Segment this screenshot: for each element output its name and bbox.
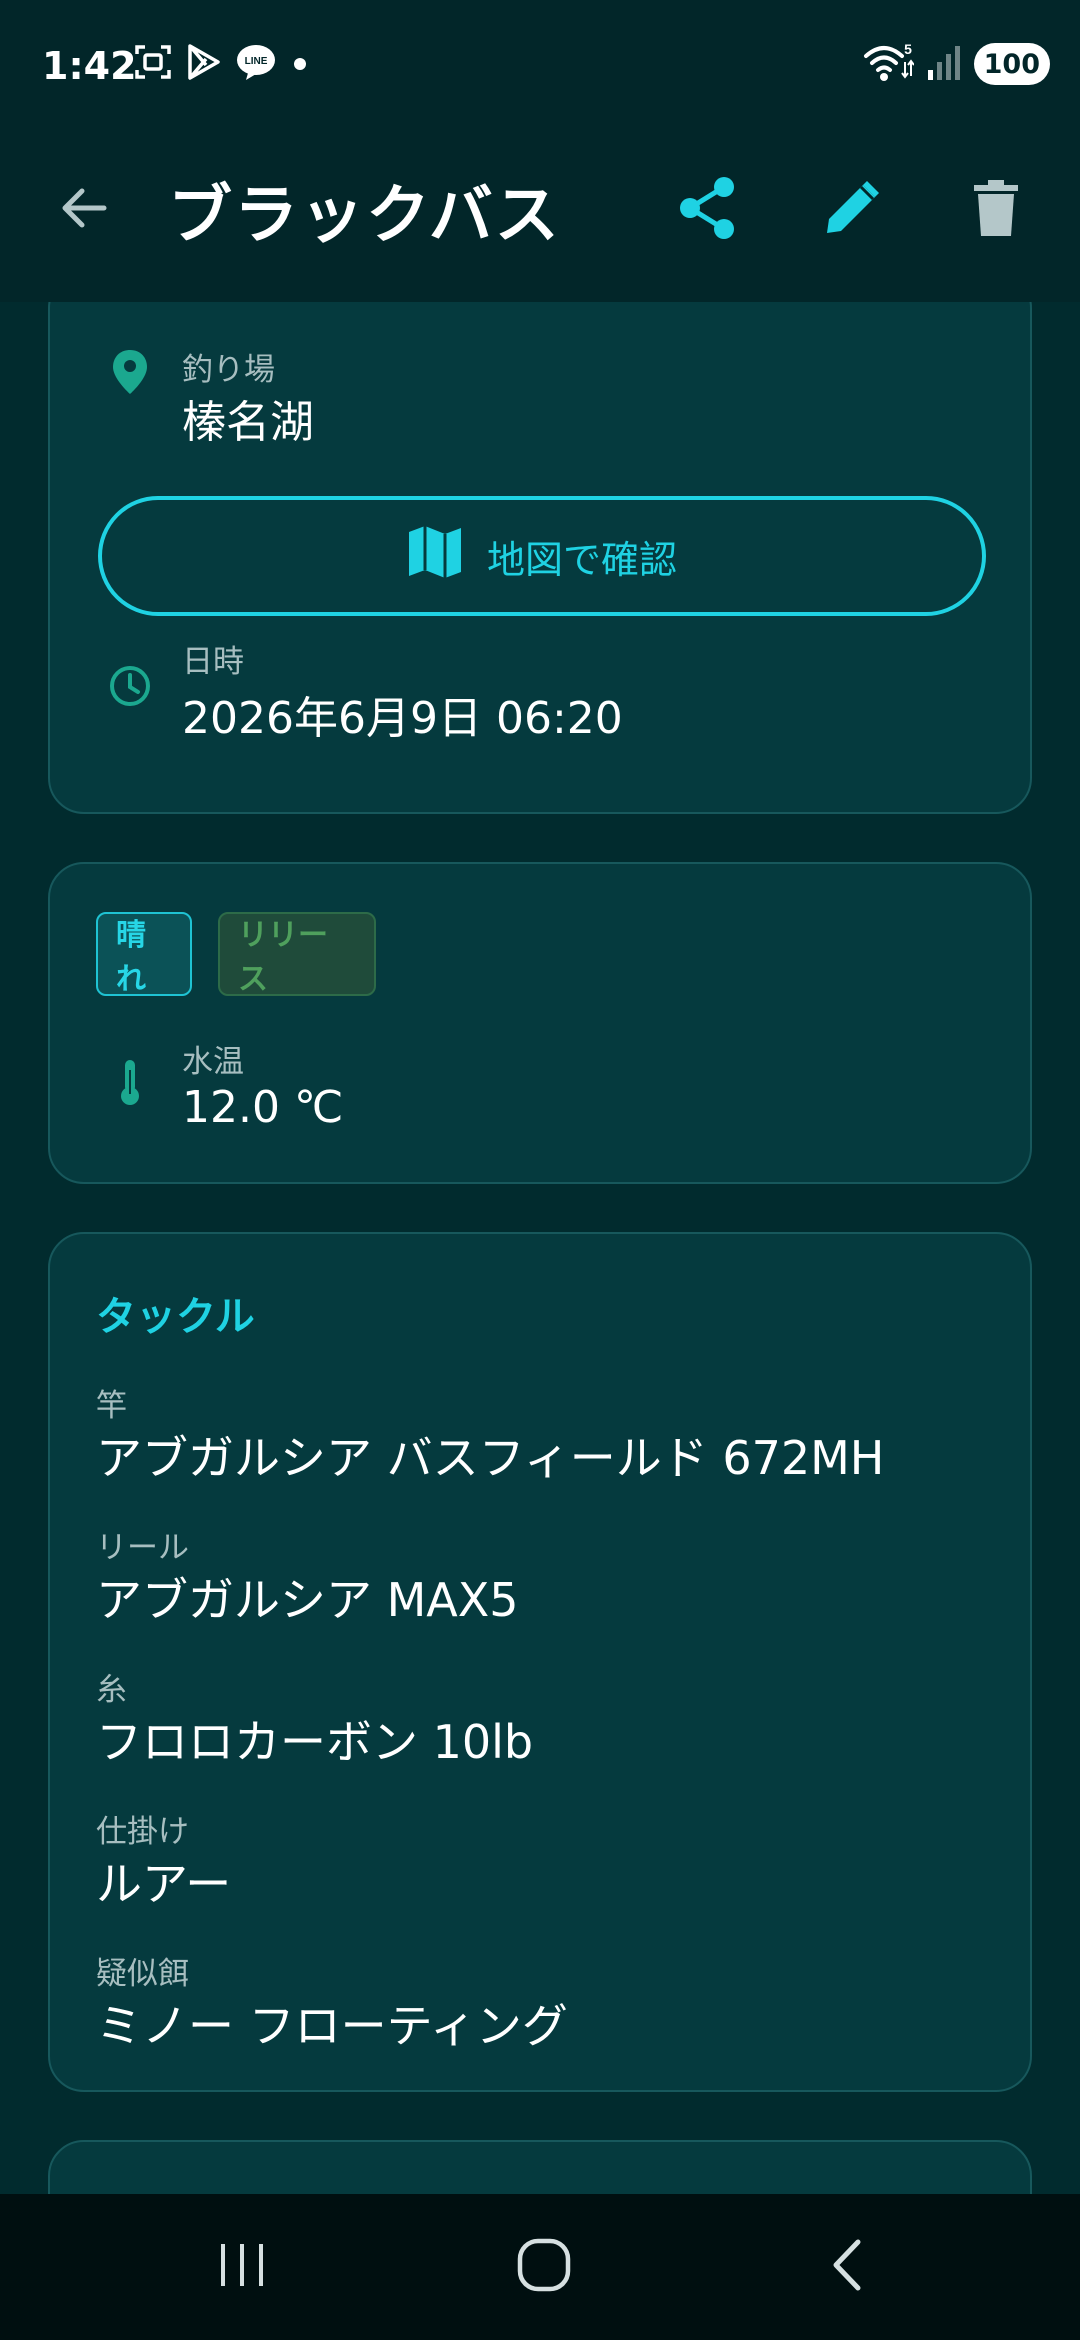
clock-icon bbox=[102, 658, 158, 714]
navigation-bar bbox=[0, 2194, 1080, 2340]
thermometer-icon bbox=[102, 1054, 158, 1110]
signal-icon bbox=[926, 42, 962, 86]
line-app-icon: LINE bbox=[236, 43, 276, 85]
reel-label: リール bbox=[96, 1530, 189, 1566]
signal-badge: 5 bbox=[904, 41, 912, 57]
page-title: ブラックバス bbox=[168, 179, 561, 253]
lure-label: 疑似餌 bbox=[96, 1956, 189, 1992]
recent-apps-button[interactable] bbox=[194, 2222, 290, 2312]
location-card: 釣り場 榛名湖 地図で確認 日時 2026年6月9日 06:20 bbox=[48, 302, 1032, 814]
conditions-card: 晴れ リリース 水温 12.0 ℃ bbox=[48, 862, 1032, 1184]
back-button[interactable] bbox=[48, 174, 120, 246]
rod-label: 竿 bbox=[96, 1388, 127, 1424]
delete-icon bbox=[970, 178, 1022, 242]
home-icon bbox=[515, 2236, 573, 2298]
datetime-label: 日時 bbox=[182, 644, 244, 680]
view-map-button[interactable]: 地図で確認 bbox=[98, 496, 986, 616]
screenshot-icon bbox=[134, 43, 172, 85]
water-temp-label: 水温 bbox=[182, 1044, 244, 1080]
record-detail-content[interactable]: 釣り場 榛名湖 地図で確認 日時 2026年6月9日 06:20 晴れ リリース… bbox=[0, 302, 1080, 2194]
next-card bbox=[48, 2140, 1032, 2194]
lure-value: ミノー フローティング bbox=[96, 1999, 568, 2053]
back-arrow-icon bbox=[56, 180, 112, 240]
rig-value: ルアー bbox=[96, 1857, 232, 1911]
reel-value: アブガルシア MAX5 bbox=[96, 1573, 519, 1627]
place-value: 榛名湖 bbox=[182, 397, 314, 448]
status-bar: 1:42 LINE 5 100 bbox=[0, 0, 1080, 130]
share-button[interactable] bbox=[666, 168, 750, 252]
tackle-card: タックル 竿 アブガルシア バスフィールド 672MH リール アブガルシア M… bbox=[48, 1232, 1032, 2092]
status-time: 1:42 bbox=[42, 44, 137, 88]
location-pin-icon bbox=[102, 344, 158, 400]
datetime-value: 2026年6月9日 06:20 bbox=[182, 693, 623, 744]
system-back-button[interactable] bbox=[800, 2222, 896, 2312]
edit-icon bbox=[821, 177, 883, 243]
view-map-label: 地図で確認 bbox=[486, 537, 677, 582]
tackle-section-title: タックル bbox=[96, 1294, 255, 1340]
edit-button[interactable] bbox=[810, 168, 894, 252]
battery-indicator: 100 bbox=[973, 43, 1050, 85]
app-bar: ブラックバス bbox=[0, 130, 1080, 302]
recent-apps-icon bbox=[215, 2238, 269, 2296]
line-label: 糸 bbox=[96, 1672, 127, 1708]
release-chip: リリース bbox=[218, 912, 376, 997]
rig-label: 仕掛け bbox=[96, 1814, 189, 1850]
back-icon bbox=[824, 2236, 872, 2298]
weather-chip: 晴れ bbox=[96, 912, 192, 997]
share-icon bbox=[676, 175, 740, 245]
delete-button[interactable] bbox=[954, 168, 1038, 252]
map-icon bbox=[407, 524, 463, 589]
wifi-icon: 5 bbox=[862, 40, 915, 88]
dot-icon bbox=[290, 43, 310, 85]
water-temp-value: 12.0 ℃ bbox=[182, 1082, 344, 1133]
rod-value: アブガルシア バスフィールド 672MH bbox=[96, 1431, 885, 1485]
home-button[interactable] bbox=[496, 2222, 592, 2312]
svg-text:LINE: LINE bbox=[245, 56, 268, 67]
play-store-icon bbox=[186, 43, 222, 85]
notification-icons: LINE bbox=[134, 42, 310, 86]
place-label: 釣り場 bbox=[182, 352, 275, 388]
system-status-icons: 5 100 bbox=[862, 40, 1050, 88]
line-value: フロロカーボン 10lb bbox=[96, 1715, 534, 1769]
